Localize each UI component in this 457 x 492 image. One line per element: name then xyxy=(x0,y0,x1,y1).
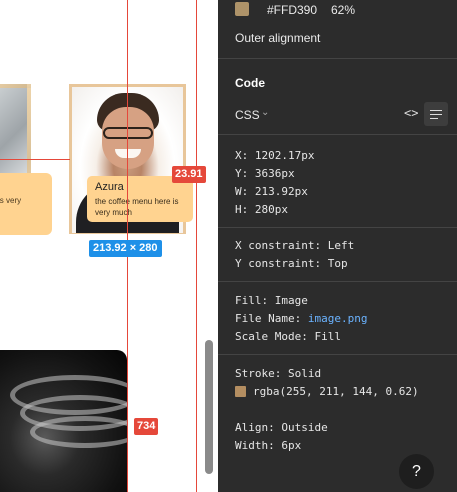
coffee-ring xyxy=(30,416,127,448)
bubble-name: Azura xyxy=(95,181,124,193)
canvas-scrollbar[interactable] xyxy=(205,340,213,474)
constraint-y: Y constraint: Top xyxy=(235,257,348,270)
guide-line-horizontal xyxy=(0,159,70,160)
guide-line-vertical xyxy=(196,0,197,492)
fill-opacity-value[interactable]: 62% xyxy=(331,3,355,17)
position-y: Y: 3636px xyxy=(235,167,295,180)
stroke-color: rgba(255, 211, 144, 0.62) xyxy=(253,385,419,398)
size-badge: 213.92 × 280 xyxy=(89,240,162,257)
stroke-width: Width: 6px xyxy=(235,439,302,452)
stroke-type: Stroke: Solid xyxy=(235,367,322,380)
inspector-panel: #FFD390 62% Outer alignment Code CSS ⌄ <… xyxy=(218,0,457,492)
section-divider xyxy=(218,354,457,355)
size-w: W: 213.92px xyxy=(235,185,308,198)
code-icon[interactable]: <> xyxy=(404,106,420,122)
stroke-align: Align: Outside xyxy=(235,421,328,434)
section-divider xyxy=(218,134,457,135)
fill-file-name: File Name: image.png xyxy=(235,312,367,325)
fill-scale-mode: Scale Mode: Fill xyxy=(235,330,341,343)
outer-alignment-label[interactable]: Outer alignment xyxy=(235,31,320,45)
distance-badge: 734 xyxy=(134,418,159,435)
coffee-image[interactable] xyxy=(0,350,127,492)
left-card-bubble[interactable]: is very xyxy=(0,173,52,235)
section-divider xyxy=(218,281,457,282)
left-card-text: is very xyxy=(0,196,22,205)
position-x: X: 1202.17px xyxy=(235,149,315,162)
fill-hex-value[interactable]: #FFD390 xyxy=(267,3,317,17)
code-section-title: Code xyxy=(235,76,265,90)
help-icon[interactable]: ? xyxy=(399,454,434,489)
spacing-badge: 23.91 xyxy=(172,166,206,183)
chevron-down-icon[interactable]: ⌄ xyxy=(261,107,269,118)
language-select[interactable]: CSS xyxy=(235,108,260,122)
stroke-color-swatch[interactable] xyxy=(235,386,246,397)
section-divider xyxy=(218,227,457,228)
photo-glasses xyxy=(103,127,153,139)
file-name-label: File Name: xyxy=(235,312,308,325)
fill-color-swatch[interactable] xyxy=(235,2,249,16)
fill-type: Fill: Image xyxy=(235,294,308,307)
list-icon[interactable] xyxy=(424,102,448,126)
bubble-text: the coffee menu here is very much xyxy=(95,197,179,217)
section-divider xyxy=(218,58,457,59)
size-h: H: 280px xyxy=(235,203,288,216)
file-name-link[interactable]: image.png xyxy=(308,312,368,325)
constraint-x: X constraint: Left xyxy=(235,239,355,252)
design-canvas[interactable]: is very Azura the coffee menu here is ve… xyxy=(0,0,218,492)
